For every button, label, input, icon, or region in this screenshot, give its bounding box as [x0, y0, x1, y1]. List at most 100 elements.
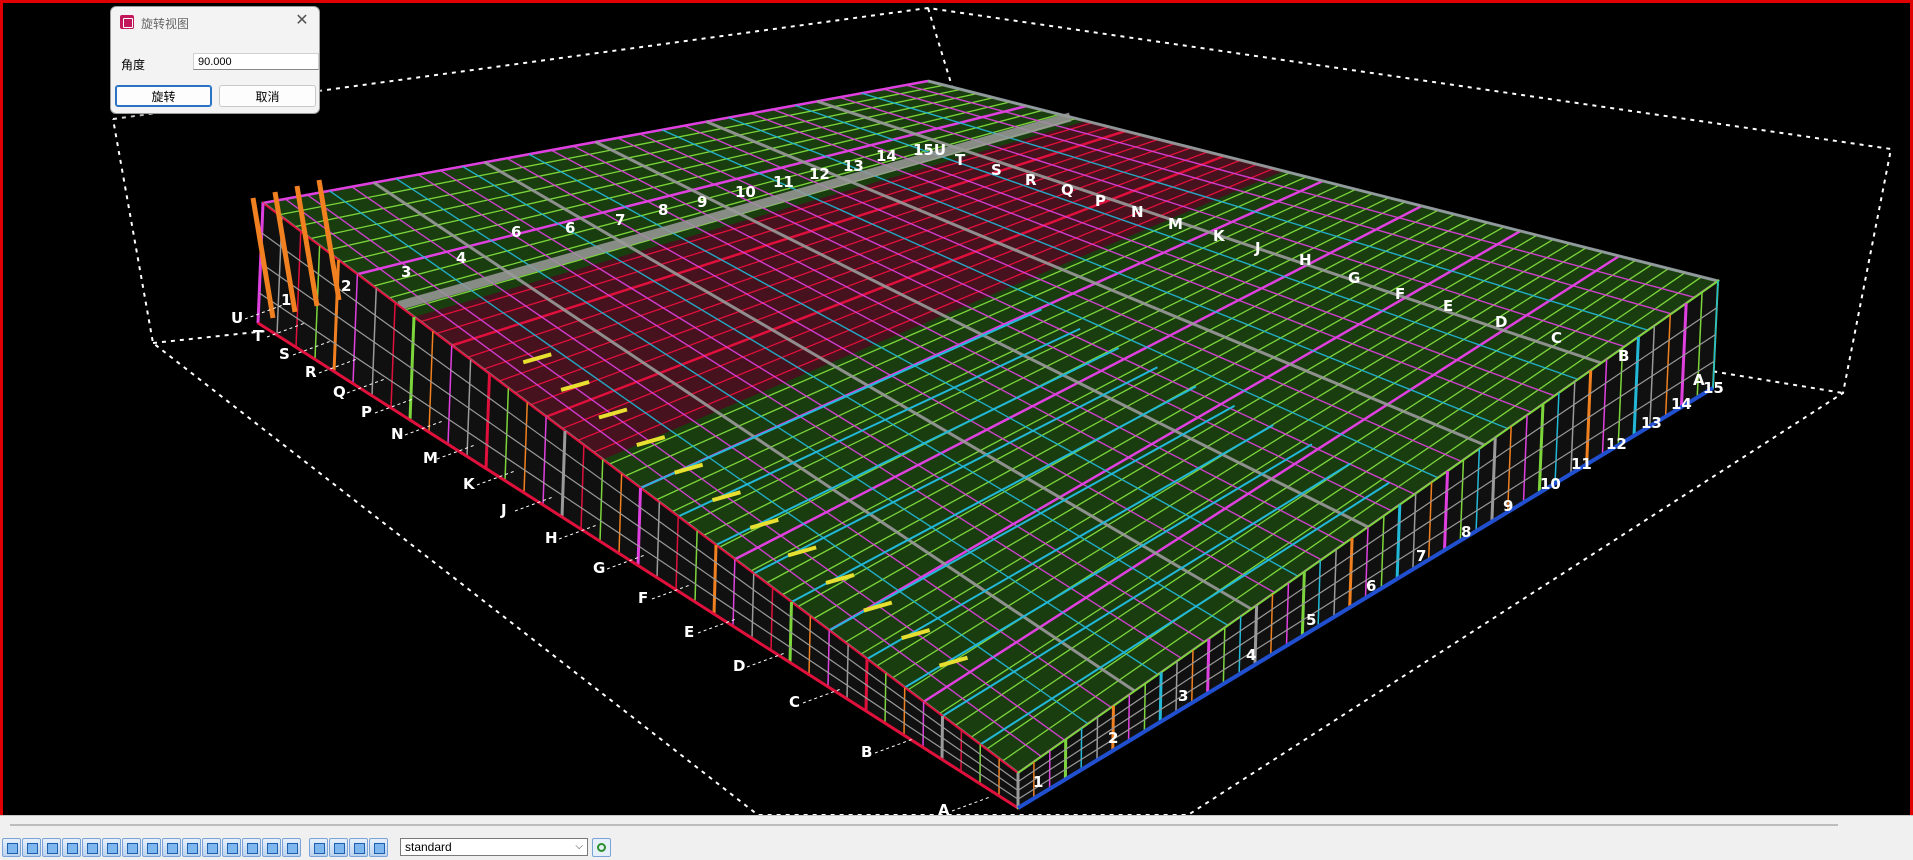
angle-label: 角度: [121, 56, 145, 73]
grid-label-left: J: [500, 501, 507, 519]
grid-label-left: D: [733, 657, 745, 675]
grid-label-front: 3: [1178, 687, 1188, 705]
snap-endpoints-icon[interactable]: [309, 838, 328, 857]
select-bolts-icon[interactable]: [142, 838, 161, 857]
grid-label-back-letter: N: [1131, 203, 1144, 221]
grid-label-left: K: [463, 475, 476, 493]
grid-label-left: Q: [333, 383, 346, 401]
grid-label-left: T: [253, 327, 264, 345]
grid-label-left: H: [545, 529, 558, 547]
grid-label-left: B: [861, 743, 872, 761]
grid-label-back-letter: M: [1168, 215, 1183, 233]
grid-label-back: 11: [773, 173, 794, 191]
grid-label-front: 11: [1571, 455, 1592, 473]
select-planes-icon[interactable]: [262, 838, 281, 857]
grid-label-back: 13: [843, 157, 864, 175]
grid-dimension-line: [875, 739, 913, 753]
angle-row: 角度: [121, 53, 313, 73]
dialog-title: 旋转视图: [141, 15, 189, 32]
grid-label-back-letter: F: [1395, 285, 1405, 303]
select-views-icon[interactable]: [202, 838, 221, 857]
rotate-view-dialog: 旋转视图 ✕ 角度 旋转 取消: [110, 6, 320, 114]
grid-label-back: 10: [735, 183, 756, 201]
select-surfaces-icon[interactable]: [182, 838, 201, 857]
cancel-button[interactable]: 取消: [219, 85, 316, 107]
view-name-value: standard: [405, 840, 452, 854]
grid-label-back: 6: [511, 223, 521, 241]
grid-label-back: 8: [658, 201, 668, 219]
grid-label-front: 5: [1306, 611, 1316, 629]
grid-dimension-line: [952, 797, 990, 811]
grid-label-left: G: [593, 559, 605, 577]
grid-label-back: 3: [401, 263, 411, 281]
3d-model-viewport[interactable]: UTSRQPNMKJHGFEDCBA1234567891011121314151…: [0, 0, 1913, 815]
grid-label-back: 6: [565, 219, 575, 237]
select-assembly-icon[interactable]: [62, 838, 81, 857]
select-cuts-icon[interactable]: [242, 838, 261, 857]
grid-label-back-letter: K: [1213, 227, 1226, 245]
view-toolbar: standard ⌵: [0, 837, 611, 857]
select-points-icon[interactable]: [222, 838, 241, 857]
grid-label-front: 10: [1540, 475, 1561, 493]
horizontal-scrollbar[interactable]: [10, 824, 1838, 826]
grid-label-back-letter: R: [1025, 171, 1037, 189]
select-tool-icon[interactable]: [2, 838, 21, 857]
toolbar-separator: [389, 838, 395, 857]
grid-label-back-letter: S: [991, 161, 1002, 179]
grid-label-back: 4: [456, 249, 466, 267]
grid-label-left: P: [361, 403, 372, 421]
snap-centers-icon[interactable]: [369, 838, 388, 857]
grid-label-left: E: [684, 623, 694, 641]
grid-label-back: 1: [281, 291, 291, 309]
structure-model-scene[interactable]: UTSRQPNMKJHGFEDCBA1234567891011121314151…: [3, 3, 1910, 815]
grid-label-front: 13: [1641, 414, 1662, 432]
grid-label-left: A: [938, 801, 950, 815]
select-parts-icon[interactable]: [42, 838, 61, 857]
select-component-icon[interactable]: [82, 838, 101, 857]
grid-label-front: 9: [1503, 497, 1513, 515]
view-name-select[interactable]: standard ⌵: [400, 838, 588, 856]
grid-label-back-letter: B: [1618, 347, 1629, 365]
grid-label-front: 1: [1033, 773, 1043, 791]
select-objects-icon[interactable]: [282, 838, 301, 857]
grid-label-back-letter: Q: [1061, 181, 1074, 199]
grid-label-back-letter: H: [1299, 251, 1312, 269]
grid-label-front: 14: [1671, 395, 1692, 413]
grid-label-front: 2: [1108, 729, 1118, 747]
select-reinforcement-icon[interactable]: [162, 838, 181, 857]
grid-label-front: 4: [1246, 646, 1256, 664]
grid-label-back: 12: [809, 165, 830, 183]
chevron-down-icon: ⌵: [575, 839, 583, 855]
select-welds-icon[interactable]: [122, 838, 141, 857]
dialog-titlebar[interactable]: 旋转视图 ✕: [111, 7, 319, 37]
grid-label-left: S: [279, 345, 290, 363]
grid-label-back-letter: E: [1443, 297, 1453, 315]
refresh-view-icon[interactable]: [592, 838, 611, 857]
select-grid-icon[interactable]: [102, 838, 121, 857]
grid-label-back-letter: P: [1095, 192, 1106, 210]
app-logo-icon: [120, 15, 134, 29]
grid-label-back-letter: C: [1551, 329, 1562, 347]
grid-label-left: F: [638, 589, 648, 607]
grid-label-left: R: [305, 363, 317, 381]
angle-input[interactable]: [193, 53, 319, 70]
grid-label-left: C: [789, 693, 800, 711]
grid-label-back-letter: J: [1254, 239, 1261, 257]
grid-label-front: 8: [1461, 523, 1471, 541]
grid-label-back: 7: [615, 211, 625, 229]
toolbar-separator: [302, 838, 308, 857]
snap-tool-icon[interactable]: [22, 838, 41, 857]
rotate-button[interactable]: 旋转: [115, 85, 212, 107]
grid-label-back-letter: T: [955, 151, 966, 169]
bottom-toolbar-area: standard ⌵: [0, 815, 1913, 860]
grid-label-left: N: [391, 425, 404, 443]
close-icon[interactable]: ✕: [293, 12, 311, 30]
grid-label-back: 2: [341, 277, 351, 295]
grid-label-front: 7: [1416, 547, 1426, 565]
grid-label-back: 14: [876, 147, 897, 165]
grid-label-back: 15U: [913, 141, 946, 159]
snap-midpoints-icon[interactable]: [329, 838, 348, 857]
grid-label-front: 12: [1606, 435, 1627, 453]
snap-intersections-icon[interactable]: [349, 838, 368, 857]
grid-label-left: M: [423, 449, 438, 467]
